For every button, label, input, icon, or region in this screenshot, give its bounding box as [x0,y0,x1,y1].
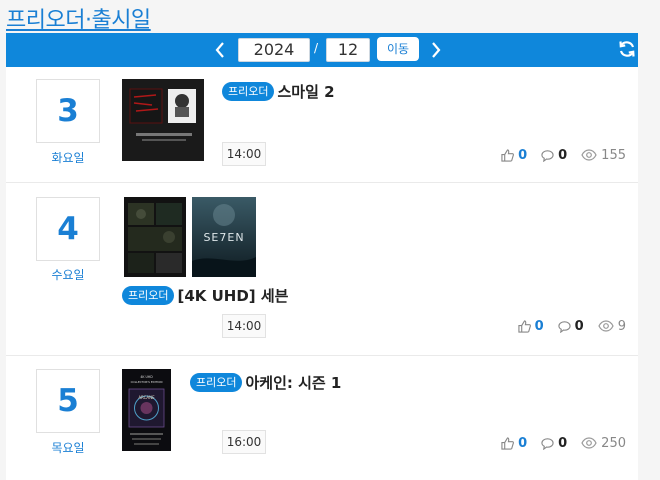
day-number: 5 [36,369,100,433]
item-title-line[interactable]: 프리오더 [4K UHD] 세븐 [122,285,289,306]
item-title-line[interactable]: 프리오더 스마일 2 [222,81,335,102]
preorder-badge: 프리오더 [122,286,175,305]
month-input[interactable]: 12 [326,38,370,62]
cover-art-seven-front [124,197,186,277]
eye-icon [581,149,597,161]
chevron-left-icon [215,42,224,58]
cover-image-front[interactable] [124,197,186,277]
preorder-badge: 프리오더 [222,82,275,101]
day-number: 3 [36,79,100,143]
like-count: 0 [518,147,528,163]
eye-icon [581,437,597,449]
item-stats: 0 0 155 [487,146,626,164]
cover-text-top: 4K UHD [140,375,153,379]
eye-icon [598,320,614,332]
thumbs-up-icon [501,436,515,450]
like-stat[interactable]: 0 [501,436,527,451]
comment-count: 0 [558,435,568,451]
date-separator: / [314,41,319,55]
view-count: 155 [601,147,626,163]
release-time: 14:00 [222,314,266,338]
list-item[interactable]: 4 수요일 SE7EN 프리오더 [4K UHD] 세븐 14:00 0 0 9 [6,183,638,356]
comment-icon [541,149,554,162]
prev-month-button[interactable] [210,39,230,61]
like-count: 0 [534,318,544,334]
thumbs-up-icon [501,148,515,162]
comment-count: 0 [574,318,584,334]
chevron-right-icon [432,42,441,58]
weekday-label: 목요일 [51,441,85,455]
list-item[interactable]: 5 목요일 4K UHD COLLECTOR'S EDITION ARCANE … [6,356,638,480]
weekday-label: 화요일 [51,151,85,165]
day-number: 4 [36,197,100,261]
like-stat[interactable]: 0 [517,318,544,334]
view-stat: 250 [581,436,626,451]
thumbs-up-icon [517,319,531,333]
cover-logo: ARCANE [138,395,155,400]
preorder-badge: 프리오더 [190,373,243,392]
cover-art-smile2 [122,79,204,161]
view-count: 250 [601,435,626,451]
next-month-button[interactable] [426,39,446,61]
cover-art-arcane: 4K UHD COLLECTOR'S EDITION ARCANE [122,369,171,451]
page-title[interactable]: 프리오더·출시일 [6,2,151,34]
comment-stat[interactable]: 0 [541,436,567,451]
view-stat: 155 [581,148,626,163]
cover-image[interactable]: 4K UHD COLLECTOR'S EDITION ARCANE [122,369,171,451]
refresh-button[interactable] [618,40,636,58]
cover-image[interactable] [122,79,204,161]
like-stat[interactable]: 0 [501,148,527,163]
like-count: 0 [518,435,528,451]
comment-icon [541,437,554,450]
cover-text: SE7EN [203,231,244,244]
list-item[interactable]: 3 화요일 프리오더 스마일 2 14:00 0 0 155 [6,67,638,183]
view-count: 9 [617,318,626,334]
item-stats: 0 0 250 [487,434,626,452]
item-title-line[interactable]: 프리오더 아케인: 시즌 1 [190,372,341,393]
refresh-icon [619,41,635,57]
cover-art-seven-back: SE7EN [192,197,256,277]
item-title[interactable]: [4K UHD] 세븐 [177,287,288,305]
cover-text-edition: COLLECTOR'S EDITION [131,380,163,384]
item-title[interactable]: 아케인: 시즌 1 [245,374,341,392]
year-input[interactable]: 2024 [238,38,310,62]
comment-stat[interactable]: 0 [558,319,584,334]
release-time: 16:00 [222,430,266,454]
comment-stat[interactable]: 0 [541,148,567,163]
comment-icon [558,320,571,333]
view-stat: 9 [598,319,626,334]
comment-count: 0 [558,147,568,163]
release-time: 14:00 [222,142,266,166]
weekday-label: 수요일 [51,268,85,282]
release-list: 3 화요일 프리오더 스마일 2 14:00 0 0 155 4 수요일 SE7… [6,67,638,480]
go-button[interactable]: 이동 [377,37,419,61]
item-title[interactable]: 스마일 2 [277,83,334,101]
item-stats: 0 0 9 [504,317,626,335]
date-navigation-bar: 2024 / 12 이동 [6,33,638,67]
cover-image-back[interactable]: SE7EN [192,197,256,277]
